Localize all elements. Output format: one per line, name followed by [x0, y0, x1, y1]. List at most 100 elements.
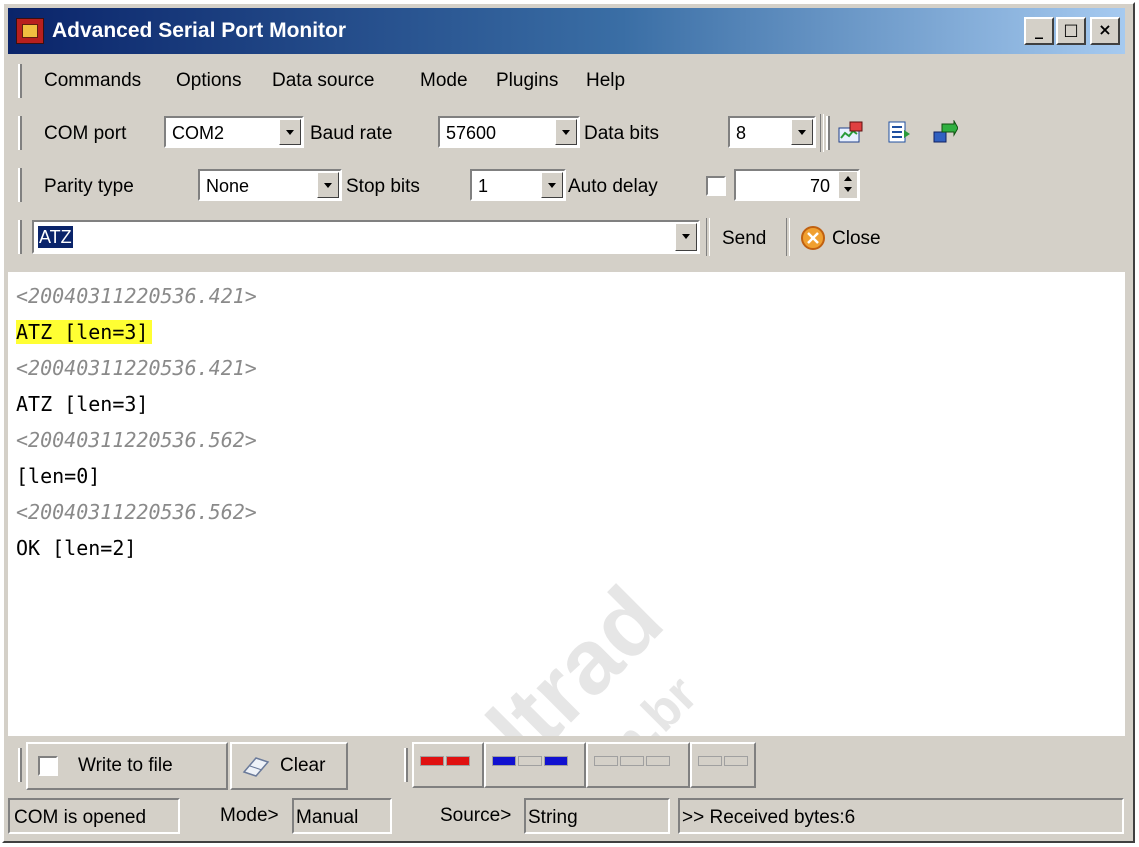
clear-button[interactable]: Clear	[230, 742, 348, 790]
close-window-button[interactable]: ×	[1090, 17, 1120, 45]
app-icon	[16, 18, 44, 44]
toolbar-grip[interactable]	[18, 220, 22, 254]
toolbar-grip[interactable]	[18, 748, 22, 782]
spin-down-icon[interactable]	[844, 187, 852, 192]
com-port-select[interactable]: COM2	[164, 116, 304, 148]
toolbar-grip[interactable]	[18, 168, 22, 202]
source-label: Source>	[440, 805, 512, 826]
menu-data-source[interactable]: Data source	[272, 70, 374, 92]
menu-options[interactable]: Options	[176, 70, 241, 92]
chevron-down-icon[interactable]	[675, 223, 697, 251]
chevron-down-icon[interactable]	[791, 119, 813, 145]
log-timestamp: <20040311220536.421>	[16, 356, 257, 380]
document-list-icon[interactable]	[886, 120, 912, 144]
toolbar-grip[interactable]	[826, 116, 830, 150]
indicator-led	[518, 756, 542, 766]
auto-delay-value: 70	[809, 176, 830, 196]
chevron-down-icon[interactable]	[279, 119, 301, 145]
indicator-led	[698, 756, 722, 766]
auto-delay-label: Auto delay	[568, 176, 658, 197]
export-arrow-icon[interactable]	[932, 120, 958, 144]
bottom-toolbar: Write to file Clear	[14, 740, 350, 792]
indicator-group-misc	[690, 742, 756, 788]
indicator-group-ctrl	[586, 742, 690, 788]
watermark: ultrad .com.br	[428, 568, 728, 736]
port-settings-toolbar-2: Parity type None Stop bits 1 Auto delay …	[14, 162, 866, 208]
write-to-file-checkbox[interactable]	[38, 756, 58, 776]
indicator-led	[420, 756, 444, 766]
baud-rate-label: Baud rate	[310, 123, 393, 144]
indicator-led	[544, 756, 568, 766]
port-settings-toolbar: COM port COM2 Baud rate 57600 Data bits …	[14, 110, 1121, 156]
mode-value: Manual	[296, 807, 359, 828]
write-to-file-label: Write to file	[78, 755, 173, 776]
window-title: Advanced Serial Port Monitor	[52, 19, 347, 42]
status-connection: COM is opened	[14, 807, 147, 828]
log-panel[interactable]: ultrad .com.br <20040311220536.421> ATZ …	[8, 272, 1125, 736]
watermark-domain: .com.br	[534, 664, 709, 736]
data-bits-label: Data bits	[584, 123, 659, 144]
clear-label: Clear	[280, 755, 326, 776]
menu-grip[interactable]	[18, 64, 22, 98]
log-data-line: OK [len=2]	[16, 536, 137, 560]
source-field: String	[524, 798, 670, 834]
auto-delay-checkbox[interactable]	[706, 176, 726, 196]
data-bits-select[interactable]: 8	[728, 116, 816, 148]
stop-bits-select[interactable]: 1	[470, 169, 566, 201]
parity-select[interactable]: None	[198, 169, 342, 201]
chevron-down-icon[interactable]	[555, 119, 577, 145]
indicator-led	[724, 756, 748, 766]
spin-buttons[interactable]	[839, 172, 857, 198]
received-field: >> Received bytes:6	[678, 798, 1124, 834]
menu-plugins[interactable]: Plugins	[496, 70, 558, 92]
command-toolbar: ATZ Send Close	[14, 214, 914, 260]
indicator-group-tx	[412, 742, 484, 788]
write-to-file-toggle[interactable]: Write to file	[26, 742, 228, 790]
eraser-icon	[242, 757, 270, 777]
close-port-label: Close	[832, 228, 881, 249]
log-timestamp: <20040311220536.421>	[16, 284, 257, 308]
received-bytes: >> Received bytes:6	[682, 807, 856, 828]
log-timestamp: <20040311220536.562>	[16, 500, 257, 524]
data-bits-value: 8	[736, 123, 747, 143]
watermark-text: ultrad	[429, 567, 682, 736]
auto-delay-spinner[interactable]: 70	[734, 169, 860, 201]
menu-help[interactable]: Help	[586, 70, 625, 92]
log-data-line: [len=0]	[16, 464, 101, 488]
command-value: ATZ	[38, 226, 73, 248]
command-input[interactable]: ATZ	[32, 220, 700, 254]
parity-value: None	[206, 176, 250, 196]
mode-field: Manual	[292, 798, 392, 834]
source-value: String	[528, 807, 578, 828]
menu-mode[interactable]: Mode	[420, 70, 468, 92]
chevron-down-icon[interactable]	[541, 172, 563, 198]
close-port-button[interactable]: Close	[794, 218, 906, 256]
status-connection-field: COM is opened	[8, 798, 180, 834]
monitor-chart-icon[interactable]	[838, 120, 864, 144]
log-highlight: ATZ [len=3]	[16, 320, 153, 344]
toolbar-grip[interactable]	[404, 748, 408, 782]
stop-bits-value: 1	[478, 176, 489, 196]
log-data-line: ATZ [len=3]	[16, 318, 153, 346]
com-port-value: COM2	[172, 123, 225, 143]
log-timestamp: <20040311220536.562>	[16, 428, 257, 452]
send-button[interactable]: Send	[722, 228, 766, 250]
baud-rate-select[interactable]: 57600	[438, 116, 580, 148]
maximize-button[interactable]: □	[1056, 17, 1086, 45]
status-bar: COM is opened Mode> Manual Source> Strin…	[8, 796, 1125, 836]
minimize-button[interactable]: _	[1024, 17, 1054, 45]
menu-bar: Commands Options Data source Mode Plugin…	[14, 58, 1121, 104]
toolbar-separator	[786, 218, 790, 256]
signal-indicators	[400, 740, 760, 792]
toolbar-grip[interactable]	[18, 116, 22, 150]
log-data-line: ATZ [len=3]	[16, 392, 149, 416]
baud-rate-value: 57600	[446, 123, 497, 143]
menu-commands[interactable]: Commands	[44, 70, 141, 92]
indicator-led	[620, 756, 644, 766]
spin-up-icon[interactable]	[844, 176, 852, 181]
close-circle-icon	[801, 226, 825, 250]
title-bar[interactable]: Advanced Serial Port Monitor _ □ ×	[8, 8, 1125, 54]
chevron-down-icon[interactable]	[317, 172, 339, 198]
indicator-led	[594, 756, 618, 766]
toolbar-separator	[820, 114, 824, 152]
